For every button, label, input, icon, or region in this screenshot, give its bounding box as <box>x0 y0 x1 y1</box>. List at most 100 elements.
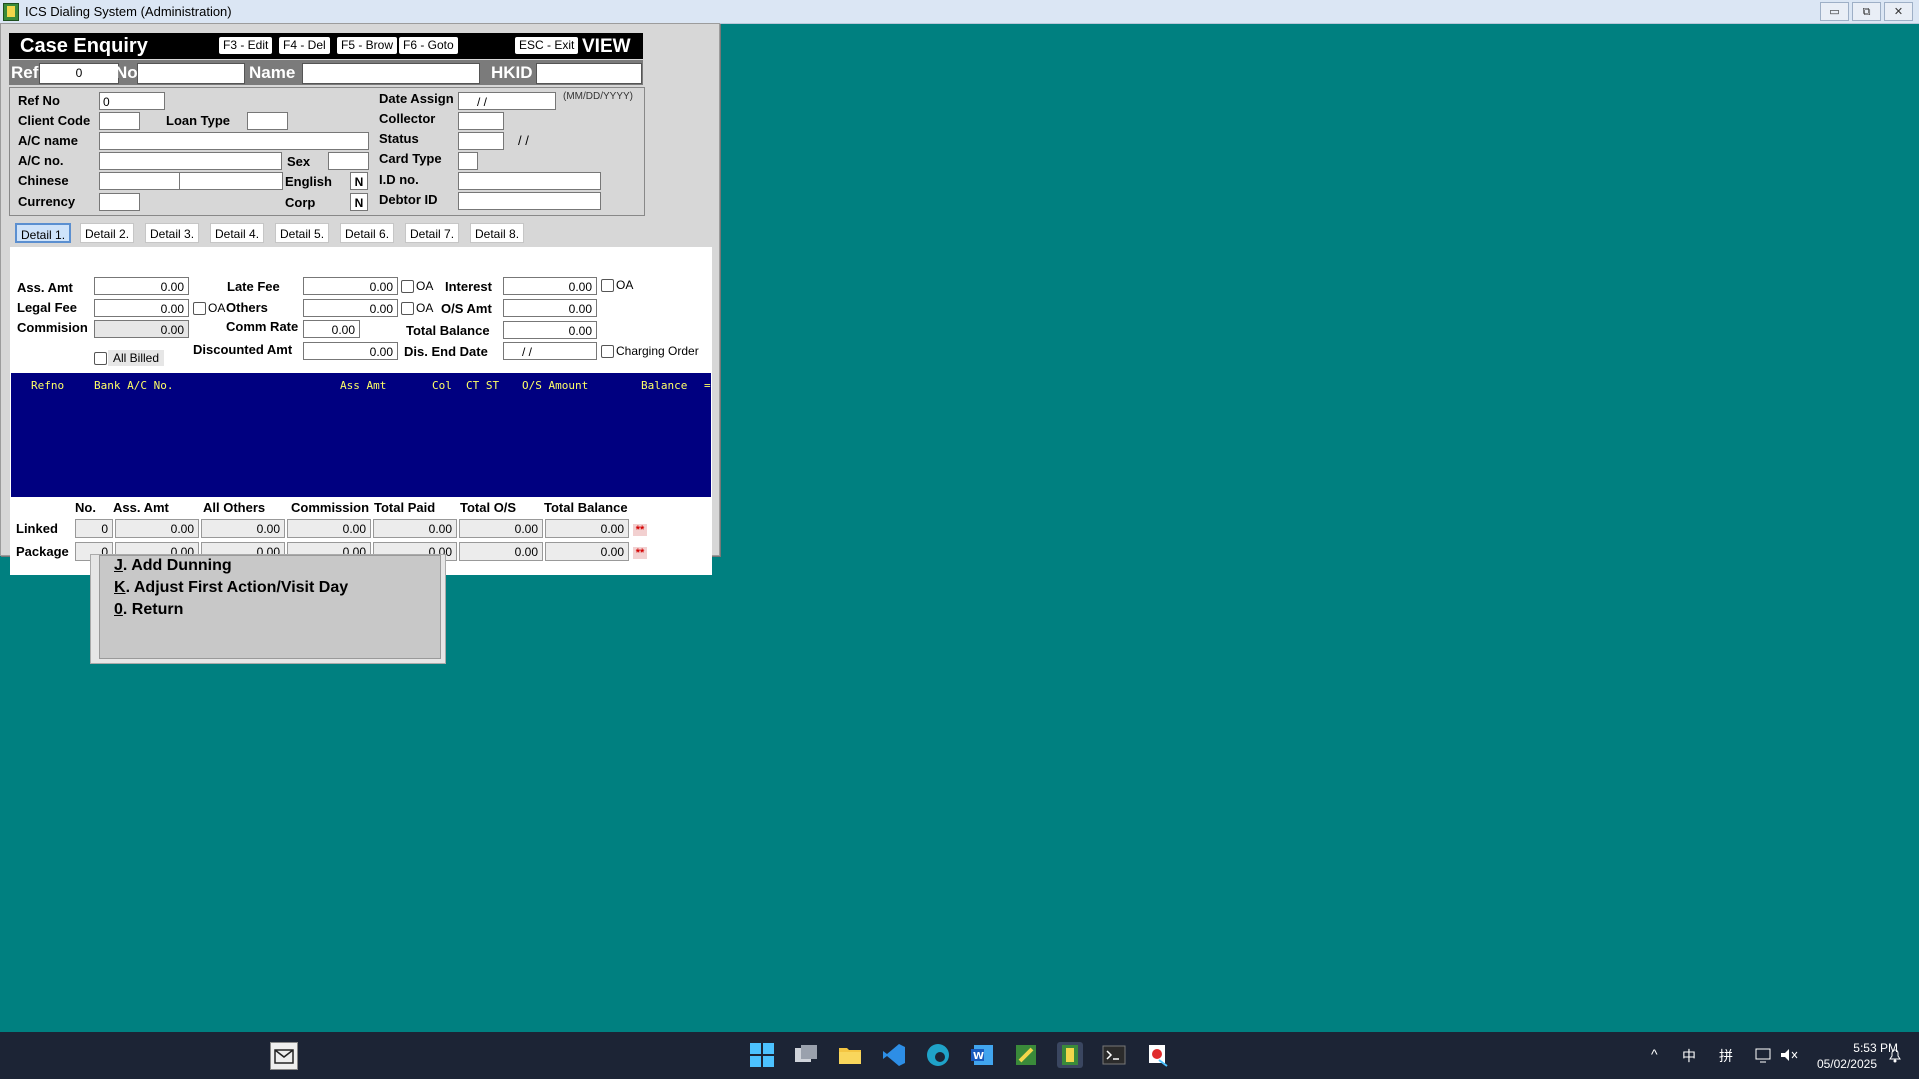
discounted-amt-label: Discounted Amt <box>193 342 293 357</box>
os-amt-label: O/S Amt <box>441 301 492 316</box>
ime-mode-indicator[interactable]: 中 <box>1682 1046 1696 1066</box>
vscode-icon[interactable] <box>881 1042 907 1068</box>
ime-pinyin-indicator[interactable]: 拼 <box>1719 1046 1733 1066</box>
tab-detail-3[interactable]: Detail 3. <box>145 223 200 243</box>
hkid-input[interactable] <box>536 63 642 84</box>
loan-type-field[interactable] <box>247 112 288 130</box>
comm-rate-field[interactable]: 0.00 <box>303 320 360 338</box>
ac-name-field[interactable] <box>99 132 369 150</box>
window-title-bar: ICS Dialing System (Administration) ▭ ⧉ … <box>0 0 1919 24</box>
grid-header-refno: Refno <box>31 379 65 392</box>
exit-button[interactable]: ESC - Exit <box>515 37 579 54</box>
summary-header-total-paid: Total Paid <box>374 500 436 515</box>
svg-text:W: W <box>973 1051 984 1062</box>
edit-button[interactable]: F3 - Edit <box>219 37 273 54</box>
english-field[interactable]: N <box>350 172 368 190</box>
interest-oa-checkbox[interactable] <box>601 279 614 292</box>
commision-field: 0.00 <box>94 320 189 338</box>
menu-item-adjust-first-action[interactable]: K. Adjust First Action/Visit Day <box>114 579 348 597</box>
sex-field[interactable] <box>328 152 369 170</box>
grid-header-more: = <box>704 379 711 392</box>
menu-text: . Return <box>122 601 184 618</box>
late-fee-field[interactable]: 0.00 <box>303 277 398 295</box>
corp-field[interactable]: N <box>350 193 368 211</box>
tab-detail-2[interactable]: Detail 2. <box>80 223 135 243</box>
name-input[interactable] <box>302 63 480 84</box>
late-fee-oa-checkbox[interactable] <box>401 280 414 293</box>
menu-item-add-dunning[interactable]: J. Add Dunning <box>114 557 232 575</box>
goto-button[interactable]: F6 - Goto <box>399 37 458 54</box>
close-button[interactable]: ✕ <box>1884 2 1913 21</box>
delete-button[interactable]: F4 - Del <box>279 37 330 54</box>
card-type-field[interactable] <box>458 152 478 170</box>
late-fee-label: Late Fee <box>227 279 280 294</box>
chinese-label: Chinese <box>18 173 69 188</box>
file-explorer-icon[interactable] <box>837 1042 863 1068</box>
minimize-button[interactable]: ▭ <box>1820 2 1849 21</box>
others-label: Others <box>226 300 268 315</box>
tab-detail-1[interactable]: Detail 1. <box>15 223 72 243</box>
os-amt-field[interactable]: 0.00 <box>503 299 597 317</box>
browse-button[interactable]: F5 - Brow <box>337 37 398 54</box>
menu-text: . Add Dunning <box>122 557 232 574</box>
tab-detail-8[interactable]: Detail 8. <box>470 223 525 243</box>
grid-header-os-amount: O/S Amount <box>522 379 589 392</box>
pencil-app-icon[interactable] <box>1013 1042 1039 1068</box>
id-no-field[interactable] <box>458 172 601 190</box>
others-field[interactable]: 0.00 <box>303 299 398 317</box>
chinese-field-2[interactable] <box>179 172 283 190</box>
word-icon[interactable]: W <box>969 1042 995 1068</box>
all-billed-checkbox[interactable] <box>94 352 107 365</box>
legal-fee-oa-checkbox[interactable] <box>193 302 206 315</box>
no-input[interactable] <box>137 63 245 84</box>
tab-detail-4[interactable]: Detail 4. <box>210 223 265 243</box>
grid-header-ass-amt: Ass Amt <box>340 379 387 392</box>
ac-no-label: A/C no. <box>18 153 64 168</box>
tab-detail-5[interactable]: Detail 5. <box>275 223 330 243</box>
late-fee-oa-label: OA <box>416 279 434 293</box>
restore-button[interactable]: ⧉ <box>1852 2 1881 21</box>
client-code-field[interactable] <box>99 112 140 130</box>
clock-date[interactable]: 05/02/2025 <box>1813 1057 1877 1071</box>
ref-no-field[interactable]: 0 <box>99 92 165 110</box>
status-label: Status <box>379 131 419 146</box>
commision-label: Commision <box>17 320 88 335</box>
tab-detail-6[interactable]: Detail 6. <box>340 223 395 243</box>
charging-order-label: Charging Order <box>616 344 699 358</box>
collector-field[interactable] <box>458 112 504 130</box>
tab-detail-7[interactable]: Detail 7. <box>405 223 460 243</box>
menu-item-return[interactable]: 0. Return <box>114 601 183 619</box>
mail-app-icon[interactable] <box>270 1042 298 1070</box>
charging-order-checkbox[interactable] <box>601 345 614 358</box>
date-assign-field[interactable]: / / <box>458 92 556 110</box>
edge-browser-icon[interactable] <box>925 1042 951 1068</box>
start-icon[interactable] <box>749 1042 775 1068</box>
discounted-amt-field[interactable]: 0.00 <box>303 342 398 360</box>
linked-flag-icon[interactable]: ** <box>633 524 647 536</box>
currency-field[interactable] <box>99 193 140 211</box>
dis-end-date-field[interactable]: / / <box>503 342 597 360</box>
ics-dialing-icon[interactable] <box>1057 1042 1083 1068</box>
ac-no-field[interactable] <box>99 152 282 170</box>
comm-rate-label: Comm Rate <box>226 319 299 334</box>
snipping-tool-icon[interactable] <box>1145 1042 1171 1068</box>
debtor-id-field[interactable] <box>458 192 601 210</box>
network-icon[interactable] <box>1755 1047 1773 1063</box>
chinese-field-1[interactable] <box>99 172 180 190</box>
others-oa-checkbox[interactable] <box>401 302 414 315</box>
ass-amt-field[interactable]: 0.00 <box>94 277 189 295</box>
task-view-icon[interactable] <box>793 1042 819 1068</box>
volume-muted-icon[interactable] <box>1780 1047 1798 1063</box>
interest-field[interactable]: 0.00 <box>503 277 597 295</box>
linked-no: 0 <box>75 519 113 538</box>
terminal-icon[interactable] <box>1101 1042 1127 1068</box>
linked-accounts-grid[interactable]: Refno Bank A/C No. Ass Amt Col CT ST O/S… <box>11 373 711 497</box>
others-oa-label: OA <box>416 301 434 315</box>
chevron-up-icon[interactable]: ^ <box>1651 1046 1658 1062</box>
notification-bell-icon[interactable] <box>1887 1047 1903 1063</box>
ref-input[interactable]: 0 <box>39 63 119 84</box>
status-field[interactable] <box>458 132 504 150</box>
package-flag-icon[interactable]: ** <box>633 547 647 559</box>
legal-fee-field[interactable]: 0.00 <box>94 299 189 317</box>
all-billed-label: All Billed <box>108 350 165 366</box>
